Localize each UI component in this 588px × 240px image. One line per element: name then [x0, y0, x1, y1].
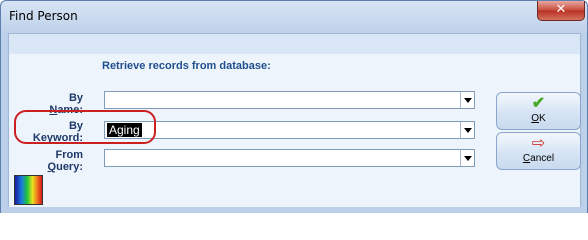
- exit-arrow-icon: ⇨: [531, 135, 546, 152]
- chevron-down-icon[interactable]: [460, 150, 474, 166]
- window-bottom-border: [1, 207, 587, 213]
- close-button[interactable]: ✕: [537, 1, 585, 21]
- ok-button-label: OK: [531, 113, 546, 124]
- chevron-down-icon[interactable]: [460, 122, 474, 138]
- ok-button[interactable]: ✔ OK: [496, 92, 581, 130]
- cancel-button-label: Cancel: [522, 153, 555, 164]
- form-caption: Retrieve records from database:: [102, 60, 271, 72]
- checkmark-icon: ✔: [531, 95, 546, 112]
- by-name-combobox[interactable]: [104, 91, 475, 109]
- chevron-down-icon[interactable]: [460, 92, 474, 108]
- keyword-highlight-ring: [14, 110, 156, 144]
- by-keyword-combobox[interactable]: Aging: [104, 121, 475, 139]
- from-query-label: From Query:: [47, 149, 83, 173]
- app-logo-icon: [14, 175, 43, 205]
- close-icon: ✕: [555, 2, 567, 17]
- window-title: Find Person: [9, 9, 78, 23]
- find-person-dialog: Find Person ✕ Retrieve records from data…: [0, 0, 588, 213]
- title-bar[interactable]: Find Person ✕: [1, 1, 587, 33]
- cancel-button[interactable]: ⇨ Cancel: [496, 132, 581, 170]
- from-query-combobox[interactable]: [104, 149, 475, 167]
- body-header-strip: [9, 34, 580, 54]
- dialog-body: Retrieve records from database: By Name:…: [8, 33, 581, 208]
